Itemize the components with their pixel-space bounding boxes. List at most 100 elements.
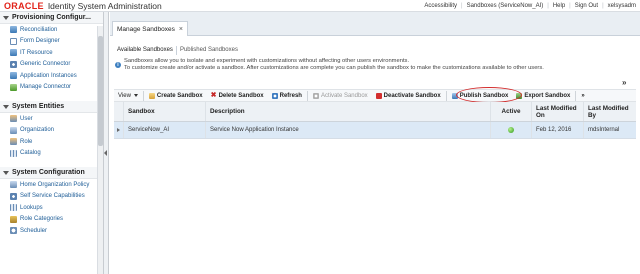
sidebar-item-role[interactable]: Role: [0, 136, 103, 148]
app-title: Identity System Administration: [47, 0, 162, 11]
row-expand-toggle[interactable]: [114, 122, 124, 138]
sidebar-item-user[interactable]: User: [0, 113, 103, 125]
section-system-configuration[interactable]: System Configuration: [0, 167, 103, 179]
section-title: Provisioning Configur...: [12, 14, 91, 21]
sidebar-item-label: Role Categories: [20, 216, 64, 223]
section-title: System Entities: [12, 103, 65, 110]
cell-description: Service Now Application Instance: [206, 122, 491, 138]
sidebar-item-application-instances[interactable]: Application Instances: [0, 70, 103, 82]
delete-sandbox-button[interactable]: ✖ Delete Sandbox: [207, 90, 268, 102]
user-name: xelsysadm: [607, 3, 636, 9]
sidebar-item-generic-connector[interactable]: Generic Connector: [0, 59, 103, 71]
sidebar-item-organization[interactable]: Organization: [0, 125, 103, 137]
sidebar-item-form-designer[interactable]: Form Designer: [0, 36, 103, 48]
close-icon[interactable]: ×: [179, 26, 183, 33]
deactivate-sandbox-button[interactable]: Deactivate Sandbox: [372, 90, 445, 102]
toolbar-divider: [445, 90, 447, 101]
tab-available-sandboxes[interactable]: Available Sandboxes: [114, 46, 176, 55]
collapse-triangle-icon: [3, 170, 9, 175]
button-label: Activate Sandbox: [320, 92, 368, 99]
role-icon: [10, 138, 17, 146]
collapse-left-arrow-icon[interactable]: [104, 150, 107, 156]
left-navigation-panel: Provisioning Configur... Reconciliation …: [0, 12, 104, 274]
sidebar-item-role-categories[interactable]: Role Categories: [0, 214, 103, 226]
sidebar-scrollbar[interactable]: [97, 26, 103, 274]
active-status-icon: [508, 127, 514, 133]
link-separator: |: [602, 3, 604, 9]
refresh-icon: [271, 92, 278, 99]
button-label: Deactivate Sandbox: [383, 92, 441, 99]
toolbar-overflow-button[interactable]: »: [577, 90, 588, 102]
create-sandbox-button[interactable]: Create Sandbox: [145, 90, 207, 102]
info-line-2: To customize create and/or activate a sa…: [124, 65, 544, 71]
scheduler-icon: [10, 227, 17, 235]
create-icon: [148, 92, 155, 99]
column-header-last-modified-on[interactable]: Last Modified On: [532, 102, 584, 121]
toolbar-divider: [306, 90, 308, 101]
reconciliation-icon: [10, 26, 17, 34]
sidebar-item-label: Catalog: [20, 150, 41, 157]
column-header-last-modified-by[interactable]: Last Modified By: [584, 102, 636, 121]
column-header-description[interactable]: Description: [206, 102, 491, 121]
sidebar-scroll-thumb[interactable]: [98, 36, 103, 146]
manage-connector-icon: [10, 83, 17, 91]
self-service-icon: [10, 192, 17, 200]
sidebar-item-label: Generic Connector: [20, 61, 71, 68]
chevron-down-icon: [133, 94, 138, 97]
sidebar-item-label: Lookups: [20, 204, 43, 211]
link-separator: |: [461, 3, 463, 9]
application-instances-icon: [10, 72, 17, 80]
sidebar-item-label: Role: [20, 138, 33, 145]
column-header-active[interactable]: Active: [491, 102, 532, 121]
view-label: View: [118, 92, 131, 99]
user-icon: [10, 115, 17, 123]
sidebar-item-label: Organization: [20, 127, 55, 134]
table-header-row: Sandbox Description Active Last Modified…: [114, 102, 636, 122]
section-system-entities[interactable]: System Entities: [0, 101, 103, 113]
sidebar-item-label: Scheduler: [20, 227, 48, 234]
tab-published-sandboxes[interactable]: Published Sandboxes: [175, 46, 241, 55]
expand-triangle-icon: [117, 128, 120, 132]
sandbox-table: Sandbox Description Active Last Modified…: [114, 102, 636, 139]
document-tab-strip: Manage Sandboxes ×: [110, 12, 640, 36]
button-label: Create Sandbox: [156, 92, 203, 99]
section-provisioning-configuration[interactable]: Provisioning Configur...: [0, 12, 103, 24]
toolbar-divider: [142, 90, 144, 101]
generic-connector-icon: [10, 60, 17, 68]
overflow-chevron-icon: »: [581, 92, 585, 99]
sidebar-item-it-resource[interactable]: IT Resource: [0, 47, 103, 59]
sidebar-item-label: IT Resource: [20, 49, 53, 56]
delete-x-icon: ✖: [210, 91, 217, 99]
catalog-icon: [10, 149, 17, 157]
sidebar-item-scheduler[interactable]: Scheduler: [0, 225, 103, 237]
sandboxes-link[interactable]: Sandboxes (ServiceNow_AI): [467, 3, 544, 9]
sidebar-item-reconciliation[interactable]: Reconciliation: [0, 24, 103, 36]
sidebar-item-self-service-capabilities[interactable]: Self Service Capabilities: [0, 191, 103, 203]
collapse-triangle-icon: [3, 104, 9, 109]
tab-label: Manage Sandboxes: [117, 25, 175, 33]
activate-sandbox-button[interactable]: Activate Sandbox: [309, 90, 372, 102]
sidebar-item-home-organization-policy[interactable]: Home Organization Policy: [0, 179, 103, 191]
sidebar-item-manage-connector[interactable]: Manage Connector: [0, 82, 103, 94]
publish-highlight-ring: [456, 87, 522, 103]
sidebar-item-label: Manage Connector: [20, 84, 72, 91]
accessibility-link[interactable]: Accessibility: [424, 3, 457, 9]
tab-manage-sandboxes[interactable]: Manage Sandboxes ×: [112, 21, 188, 36]
toolbar-divider: [575, 90, 577, 101]
sidebar-item-catalog[interactable]: Catalog: [0, 148, 103, 160]
view-menu-button[interactable]: View: [114, 90, 142, 102]
column-header-sandbox[interactable]: Sandbox: [124, 102, 206, 121]
sidebar-item-label: Self Service Capabilities: [20, 193, 85, 200]
sign-out-link[interactable]: Sign Out: [575, 3, 598, 9]
link-separator: |: [547, 3, 549, 9]
table-row[interactable]: ServiceNow_AI Service Now Application In…: [114, 122, 636, 139]
button-label: Refresh: [279, 92, 302, 99]
refresh-button[interactable]: Refresh: [268, 90, 306, 102]
sidebar-item-lookups[interactable]: Lookups: [0, 202, 103, 214]
sandbox-subtabs: Available Sandboxes Published Sandboxes: [114, 46, 241, 55]
panel-overflow-icon[interactable]: »: [622, 78, 626, 87]
panel-splitter[interactable]: [104, 12, 109, 274]
help-link[interactable]: Help: [553, 3, 565, 9]
global-links: Accessibility | Sandboxes (ServiceNow_AI…: [424, 0, 636, 12]
role-categories-icon: [10, 215, 17, 223]
